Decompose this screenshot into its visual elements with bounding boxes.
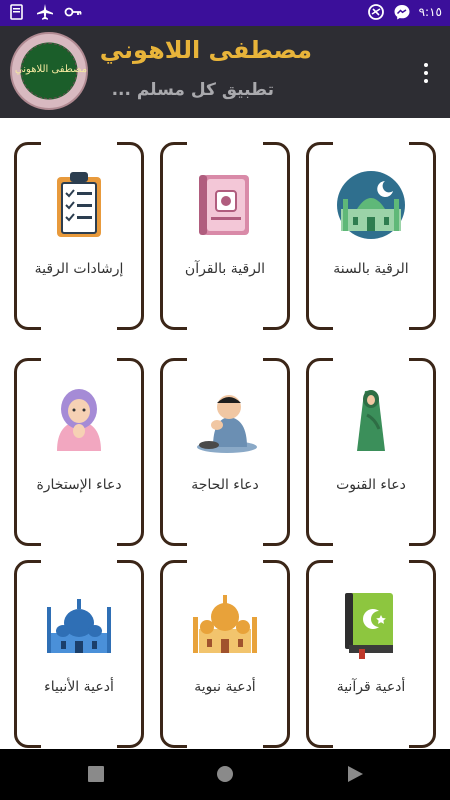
- praying-boy-icon: [197, 395, 257, 453]
- tile-label: أدعية قرآنية: [336, 679, 406, 695]
- app-header: مصطفى اللاهوني مصطفى اللاهوني تطبيق كل م…: [0, 26, 450, 118]
- blue-mosque-icon: [47, 599, 111, 653]
- status-bar: ٩:١٥: [0, 0, 450, 26]
- tile-prophets-duas[interactable]: أدعية الأنبياء: [14, 559, 144, 749]
- back-button[interactable]: [346, 765, 364, 783]
- tile-dua-qunoot[interactable]: دعاء القنوت: [306, 357, 436, 547]
- tile-label: أدعية نبوية: [194, 679, 256, 695]
- key-icon: [64, 7, 82, 17]
- vpn-icon: [367, 4, 384, 20]
- app-logo: مصطفى اللاهوني: [10, 32, 88, 110]
- checklist-clipboard-icon: [57, 172, 101, 237]
- recent-apps-button[interactable]: [87, 765, 105, 783]
- messenger-icon: [394, 5, 410, 20]
- green-quran-icon: [345, 593, 393, 659]
- logo-text: مصطفى اللاهوني: [14, 64, 88, 75]
- tile-quranic-duas[interactable]: أدعية قرآنية: [306, 559, 436, 749]
- app-title: مصطفى اللاهوني: [99, 36, 312, 64]
- tile-label: دعاء القنوت: [336, 477, 406, 493]
- tile-dua-istikhara[interactable]: دعاء الإستخارة: [14, 357, 144, 547]
- app-subtitle: تطبيق كل مسلم ...: [111, 80, 274, 100]
- praying-woman-icon: [357, 390, 385, 451]
- tile-label: الرقية بالقرآن: [184, 261, 266, 277]
- tile-dua-hajah[interactable]: دعاء الحاجة: [160, 357, 290, 547]
- tile-label: أدعية الأنبياء: [44, 679, 114, 695]
- tile-label: دعاء الحاجة: [191, 477, 259, 493]
- overflow-menu-icon: [424, 63, 428, 67]
- status-time: ٩:١٥: [418, 5, 442, 19]
- home-button[interactable]: [216, 765, 234, 783]
- overflow-menu-button[interactable]: [416, 60, 436, 86]
- tile-ruqyah-guidelines[interactable]: إرشادات الرقية: [14, 141, 144, 331]
- quran-book-icon: [199, 175, 249, 235]
- praying-girl-icon: [57, 389, 101, 451]
- tile-label: الرقية بالسنة: [333, 261, 409, 277]
- system-nav-bar: [0, 749, 450, 800]
- tile-label: إرشادات الرقية: [34, 261, 124, 277]
- airplane-icon: [37, 4, 53, 20]
- tile-prophetic-duas[interactable]: أدعية نبوية: [160, 559, 290, 749]
- app-notification-icon: [10, 4, 23, 20]
- domed-mosque-icon: [193, 595, 257, 653]
- tile-label: دعاء الإستخارة: [36, 477, 122, 493]
- tile-ruqyah-sunnah[interactable]: الرقية بالسنة: [306, 141, 436, 331]
- tile-ruqyah-quran[interactable]: الرقية بالقرآن: [160, 141, 290, 331]
- mosque-icon: [337, 171, 405, 239]
